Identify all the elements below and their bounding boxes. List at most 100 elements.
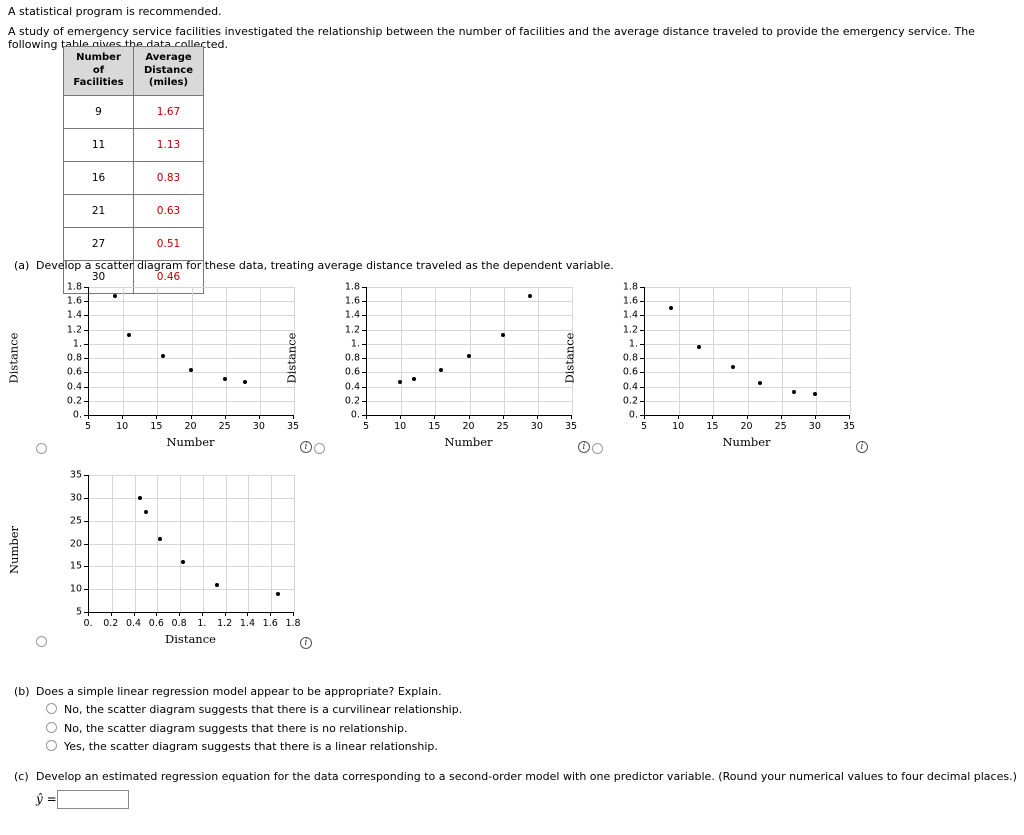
x-tick <box>258 415 260 419</box>
x-tick <box>536 415 538 419</box>
x-tick-label: 0. <box>83 618 93 629</box>
cell-facilities: 21 <box>63 193 134 228</box>
data-point <box>222 376 227 381</box>
x-tick-label: 30 <box>808 421 821 432</box>
y-tick-label: 0.2 <box>622 395 638 407</box>
gridline-horizontal <box>89 589 294 591</box>
y-tick <box>362 400 366 402</box>
info-icon-option-1[interactable]: i <box>300 441 312 453</box>
b-option-3-label: Yes, the scatter diagram suggests that t… <box>64 740 438 753</box>
y-tick <box>640 301 644 303</box>
x-axis-title: Number <box>722 435 771 449</box>
data-point <box>411 376 416 381</box>
x-tick <box>814 415 816 419</box>
y-tick <box>84 372 88 374</box>
regression-equation-input[interactable] <box>57 790 129 809</box>
info-icon-option-2[interactable]: i <box>578 441 590 453</box>
y-tick-label: 0.2 <box>66 395 82 407</box>
gridline-vertical <box>713 287 715 415</box>
x-tick-label: 10 <box>672 421 685 432</box>
gridline-horizontal <box>89 520 294 522</box>
x-tick-label: 20 <box>740 421 753 432</box>
gridline-horizontal <box>645 343 850 345</box>
x-tick-label: 35 <box>842 421 856 432</box>
y-tick <box>362 315 366 317</box>
y-tick <box>640 287 644 288</box>
y-tick-label: 1. <box>350 338 360 350</box>
data-point <box>812 392 817 397</box>
gridline-horizontal <box>367 287 572 288</box>
data-point <box>792 389 797 394</box>
column-header-facilities-line2: Facilities <box>73 77 124 88</box>
gridline-vertical <box>435 287 437 415</box>
gridline-horizontal <box>89 315 294 317</box>
scatter-option-3[interactable]: 5 10 15 20 25 30 35 0. 0.2 0.4 0.6 0.8 1. 1.2 1.4 1.6 1.… <box>556 275 876 455</box>
x-tick <box>179 612 181 616</box>
gridline-vertical <box>294 475 295 612</box>
x-tick <box>712 415 714 419</box>
x-tick-label: 30 <box>252 421 265 432</box>
gridline-horizontal <box>367 372 572 374</box>
part-c-label: (c) <box>14 770 29 783</box>
scatter-option-1[interactable]: 5 10 15 20 25 30 35 0. 0.2 0.4 0.6 0.8 1. 1.2 1.4 1.6 1.… <box>0 275 320 455</box>
gridline-vertical <box>157 287 159 415</box>
gridline-horizontal <box>89 400 294 402</box>
x-tick <box>190 415 192 419</box>
column-header-distance-line2: Distance <box>143 64 194 76</box>
gridline-horizontal <box>645 329 850 331</box>
radio-b-option-1[interactable] <box>46 703 57 714</box>
radio-scatter-option-1[interactable] <box>36 443 47 454</box>
scatter-option-4[interactable]: 0. 0.2 0.4 0.6 0.8 1. 1.2 1.4 1.6 1.8 5 10 15 20 25 30 3… <box>0 465 320 655</box>
y-tick <box>362 301 366 303</box>
radio-scatter-option-4[interactable] <box>36 636 47 647</box>
part-b-label: (b) <box>14 685 30 698</box>
y-tick-label: 0.6 <box>344 366 360 378</box>
data-point <box>466 353 471 358</box>
y-tick <box>84 400 88 402</box>
y-tick-label: 35 <box>69 469 82 481</box>
x-tick <box>780 415 782 419</box>
y-tick <box>640 343 644 345</box>
scatter-option-2[interactable]: 5 10 15 20 25 30 35 0. 0.2 0.4 0.6 0.8 1. 1.2 1.4 1.6 1.… <box>278 275 598 455</box>
data-point <box>528 294 532 299</box>
radio-b-option-2[interactable] <box>46 722 57 733</box>
cell-distance: 0.51 <box>133 226 204 261</box>
data-point <box>113 294 118 299</box>
x-tick-label: 1. <box>197 618 207 629</box>
radio-b-option-3[interactable] <box>46 740 57 751</box>
x-tick <box>110 612 112 616</box>
gridline-horizontal <box>89 566 294 568</box>
x-tick-label: 20 <box>184 421 197 432</box>
x-tick-label: 0.8 <box>171 618 187 629</box>
radio-scatter-option-2[interactable] <box>314 443 325 454</box>
y-tick-label: 20 <box>69 538 82 549</box>
cell-facilities: 27 <box>63 226 134 261</box>
y-tick-label: 15 <box>69 560 82 572</box>
gridline-horizontal <box>89 358 294 360</box>
x-tick-label: 0.2 <box>103 618 119 629</box>
radio-scatter-option-3[interactable] <box>592 443 603 454</box>
gridline-vertical <box>225 287 227 415</box>
x-tick <box>678 415 680 419</box>
y-tick-label: 10 <box>69 583 82 595</box>
info-icon-option-4[interactable]: i <box>300 637 312 649</box>
x-tick-label: 20 <box>462 421 475 432</box>
y-tick <box>84 589 88 591</box>
gridline-horizontal <box>89 287 294 288</box>
x-tick <box>156 612 158 616</box>
y-tick <box>640 315 644 317</box>
y-tick-label: 0.4 <box>344 381 360 393</box>
info-icon-option-3[interactable]: i <box>856 441 868 453</box>
y-tick <box>362 415 366 416</box>
y-tick-label: 30 <box>69 492 82 504</box>
x-tick <box>746 415 748 419</box>
y-tick <box>84 475 88 476</box>
y-tick <box>362 358 366 360</box>
data-point <box>669 306 674 311</box>
x-tick-label: 5 <box>640 421 648 432</box>
y-tick <box>84 287 88 288</box>
data-point <box>398 380 403 385</box>
y-tick <box>640 415 644 416</box>
gridline-horizontal <box>645 358 850 360</box>
data-point <box>696 345 701 350</box>
